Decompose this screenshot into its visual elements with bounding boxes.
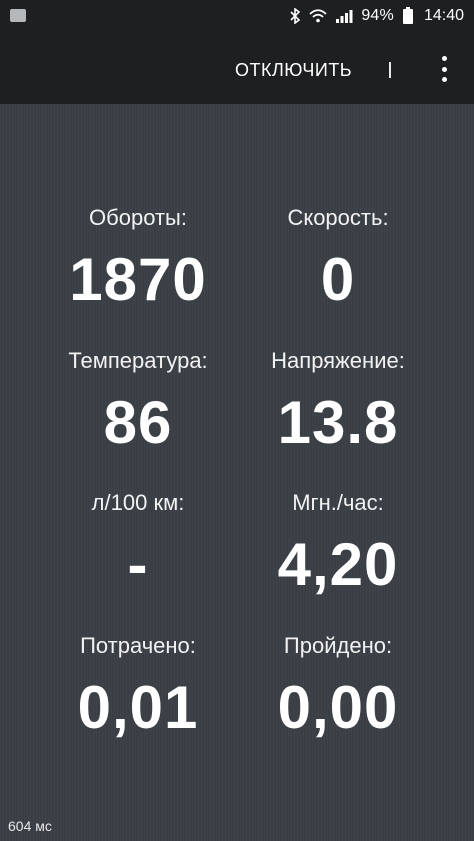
speed-value: 0 — [320, 246, 356, 313]
status-bar: 94% 14:40 — [0, 0, 474, 32]
notification-icon — [10, 9, 26, 22]
signal-icon — [335, 8, 353, 24]
clock: 14:40 — [423, 7, 464, 24]
spent-label: Потрачено: — [80, 633, 196, 658]
wifi-icon — [309, 8, 327, 24]
disconnect-button[interactable]: ОТКЛЮЧИТЬ — [235, 58, 365, 82]
distance-value: 0,00 — [277, 674, 399, 741]
distance-label: Пройдено: — [283, 633, 393, 658]
toolbar-divider — [389, 62, 391, 78]
consumption-per-100km-label: л/100 км: — [91, 490, 185, 515]
latency-text: 604 мс — [8, 818, 52, 834]
temperature-label: Температура: — [68, 348, 208, 373]
battery-percent: 94% — [361, 7, 394, 24]
instant-consumption-label: Мгн./час: — [292, 490, 384, 515]
more-dot-top — [441, 56, 447, 61]
instant-consumption-value: 4,20 — [277, 531, 399, 598]
speed-label: Скорость: — [287, 205, 389, 230]
rpm-label: Обороты: — [89, 205, 187, 230]
bluetooth-icon — [289, 8, 301, 24]
more-dot-bottom — [441, 77, 447, 82]
more-vert-icon[interactable] — [436, 56, 452, 82]
more-dot-middle — [441, 66, 447, 72]
battery-icon — [402, 7, 414, 25]
status-icons: 94% 14:40 — [289, 0, 464, 32]
voltage-label: Напряжение: — [271, 348, 405, 373]
voltage-value: 13.8 — [277, 389, 399, 456]
